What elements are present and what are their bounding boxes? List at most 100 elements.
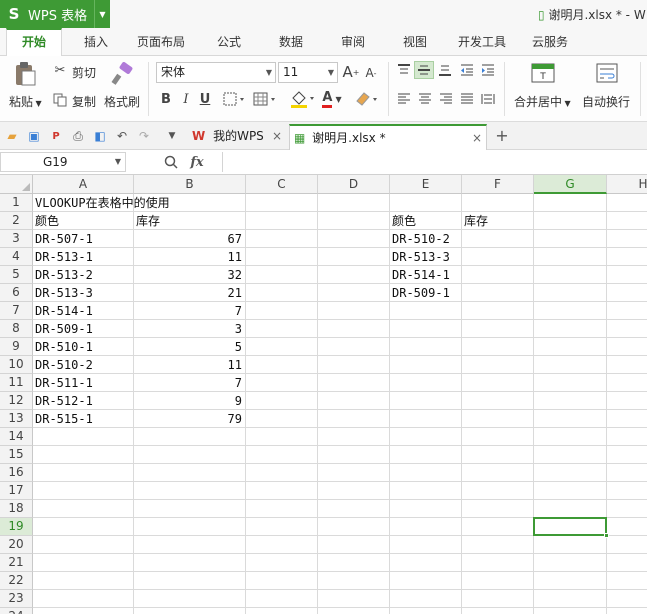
fill-color-button[interactable] bbox=[288, 88, 316, 110]
column-header-c[interactable]: C bbox=[246, 175, 318, 194]
format-painter-icon[interactable] bbox=[108, 60, 136, 88]
open-folder-icon[interactable]: ▰ bbox=[4, 128, 20, 144]
merge-center-button[interactable]: 合并居中 ▼ bbox=[514, 93, 571, 110]
cell-e2[interactable]: 颜色 bbox=[390, 212, 461, 230]
copy-icon[interactable] bbox=[52, 92, 68, 108]
cell-e6[interactable]: DR-509-1 bbox=[390, 284, 461, 302]
scissors-icon[interactable]: ✂ bbox=[52, 62, 68, 78]
increase-indent-icon[interactable] bbox=[479, 62, 497, 78]
cell-a5[interactable]: DR-513-2 bbox=[33, 266, 133, 284]
column-header-f[interactable]: F bbox=[462, 175, 534, 194]
justify-icon[interactable] bbox=[458, 91, 476, 107]
cell-a7[interactable]: DR-514-1 bbox=[33, 302, 133, 320]
row-header-22[interactable]: 22 bbox=[0, 572, 33, 590]
cell-b13[interactable]: 79 bbox=[134, 410, 245, 428]
close-icon[interactable]: × bbox=[272, 124, 282, 148]
cell-b5[interactable]: 32 bbox=[134, 266, 245, 284]
cell-a6[interactable]: DR-513-3 bbox=[33, 284, 133, 302]
cell-a11[interactable]: DR-511-1 bbox=[33, 374, 133, 392]
doc-tab-my-wps[interactable]: W 我的WPS × bbox=[186, 124, 288, 150]
paste-button[interactable]: 粘贴 ▼ bbox=[9, 93, 42, 110]
bold-button[interactable]: B bbox=[158, 90, 174, 108]
save-icon[interactable]: ▣ bbox=[26, 128, 42, 144]
cell-a2[interactable]: 颜色 bbox=[33, 212, 133, 230]
row-header-16[interactable]: 16 bbox=[0, 464, 33, 482]
cell-a12[interactable]: DR-512-1 bbox=[33, 392, 133, 410]
row-header-5[interactable]: 5 bbox=[0, 266, 33, 284]
row-header-17[interactable]: 17 bbox=[0, 482, 33, 500]
close-icon[interactable]: × bbox=[472, 126, 482, 150]
cell-a3[interactable]: DR-507-1 bbox=[33, 230, 133, 248]
cell-b7[interactable]: 7 bbox=[134, 302, 245, 320]
cell-b2[interactable]: 库存 bbox=[134, 212, 245, 230]
cell-b6[interactable]: 21 bbox=[134, 284, 245, 302]
print-icon[interactable]: ⎙ bbox=[70, 128, 86, 144]
row-header-11[interactable]: 11 bbox=[0, 374, 33, 392]
decrease-indent-icon[interactable] bbox=[458, 62, 476, 78]
cell-a9[interactable]: DR-510-1 bbox=[33, 338, 133, 356]
paste-icon[interactable] bbox=[10, 60, 40, 88]
row-header-13[interactable]: 13 bbox=[0, 410, 33, 428]
row-header-14[interactable]: 14 bbox=[0, 428, 33, 446]
cell-b10[interactable]: 11 bbox=[134, 356, 245, 374]
zoom-search-icon[interactable] bbox=[162, 153, 180, 171]
new-tab-plus-icon[interactable]: + bbox=[494, 126, 510, 145]
formula-input[interactable] bbox=[222, 152, 647, 172]
column-header-e[interactable]: E bbox=[390, 175, 462, 194]
select-all-corner[interactable] bbox=[0, 175, 33, 194]
cell-b9[interactable]: 5 bbox=[134, 338, 245, 356]
grow-font-button[interactable]: A + bbox=[342, 62, 360, 82]
cell-a8[interactable]: DR-509-1 bbox=[33, 320, 133, 338]
borders-button[interactable] bbox=[222, 90, 246, 108]
row-header-23[interactable]: 23 bbox=[0, 590, 33, 608]
row-header-20[interactable]: 20 bbox=[0, 536, 33, 554]
row-header-24[interactable]: 24 bbox=[0, 608, 33, 614]
tab-formulas[interactable]: 公式 bbox=[204, 28, 254, 56]
row-header-12[interactable]: 12 bbox=[0, 392, 33, 410]
column-header-g[interactable]: G bbox=[534, 175, 607, 194]
customize-toolbar-icon[interactable]: ▼ bbox=[164, 128, 180, 144]
tab-insert[interactable]: 插入 bbox=[68, 28, 124, 56]
undo-icon[interactable]: ↶ bbox=[114, 128, 130, 144]
column-header-h[interactable]: H bbox=[607, 175, 647, 194]
tab-developer[interactable]: 开发工具 bbox=[450, 28, 514, 56]
clear-format-button[interactable] bbox=[352, 88, 380, 110]
tab-cloud[interactable]: 云服务 bbox=[522, 28, 578, 56]
align-top-icon[interactable] bbox=[395, 62, 413, 78]
row-header-9[interactable]: 9 bbox=[0, 338, 33, 356]
redo-icon[interactable]: ↷ bbox=[136, 128, 152, 144]
wrap-text-icon[interactable] bbox=[594, 60, 620, 86]
cell-a13[interactable]: DR-515-1 bbox=[33, 410, 133, 428]
row-header-8[interactable]: 8 bbox=[0, 320, 33, 338]
align-middle-icon[interactable] bbox=[414, 61, 434, 79]
distributed-align-icon[interactable] bbox=[479, 91, 497, 107]
column-header-d[interactable]: D bbox=[318, 175, 390, 194]
row-header-3[interactable]: 3 bbox=[0, 230, 33, 248]
tab-data[interactable]: 数据 bbox=[266, 28, 316, 56]
cell-b3[interactable]: 67 bbox=[134, 230, 245, 248]
italic-button[interactable]: I bbox=[178, 90, 194, 108]
spreadsheet-grid[interactable]: ABCDEFGH 1 2 3 4 5 6 7 8 9 10 11 12 13 14 15 16 17 18 19 20… bbox=[0, 175, 647, 614]
row-header-15[interactable]: 15 bbox=[0, 446, 33, 464]
cell-b8[interactable]: 3 bbox=[134, 320, 245, 338]
font-color-button[interactable]: A ▼ bbox=[318, 88, 346, 110]
wrap-text-button[interactable]: 自动换行 bbox=[582, 93, 630, 110]
column-header-a[interactable]: A bbox=[33, 175, 134, 194]
cut-button[interactable]: 剪切 bbox=[72, 64, 96, 81]
font-size-select[interactable]: 11 ▼ bbox=[278, 62, 338, 83]
format-painter-button[interactable]: 格式刷 bbox=[104, 93, 140, 110]
doc-tab-active[interactable]: ▦ 谢明月.xlsx * × bbox=[289, 124, 487, 150]
row-header-10[interactable]: 10 bbox=[0, 356, 33, 374]
cell-b4[interactable]: 11 bbox=[134, 248, 245, 266]
fill-handle[interactable] bbox=[604, 533, 609, 538]
underline-button[interactable]: U bbox=[197, 90, 213, 108]
row-header-18[interactable]: 18 bbox=[0, 500, 33, 518]
cell-e4[interactable]: DR-513-3 bbox=[390, 248, 461, 266]
align-center-icon[interactable] bbox=[416, 91, 434, 107]
shrink-font-button[interactable]: A- bbox=[362, 64, 380, 82]
insert-function-icon[interactable]: fx bbox=[186, 153, 208, 171]
tab-review[interactable]: 审阅 bbox=[328, 28, 378, 56]
selected-cell-cursor[interactable] bbox=[533, 517, 609, 538]
cell-e3[interactable]: DR-510-2 bbox=[390, 230, 461, 248]
app-menu-button[interactable]: S WPS 表格 ▼ bbox=[0, 0, 110, 28]
